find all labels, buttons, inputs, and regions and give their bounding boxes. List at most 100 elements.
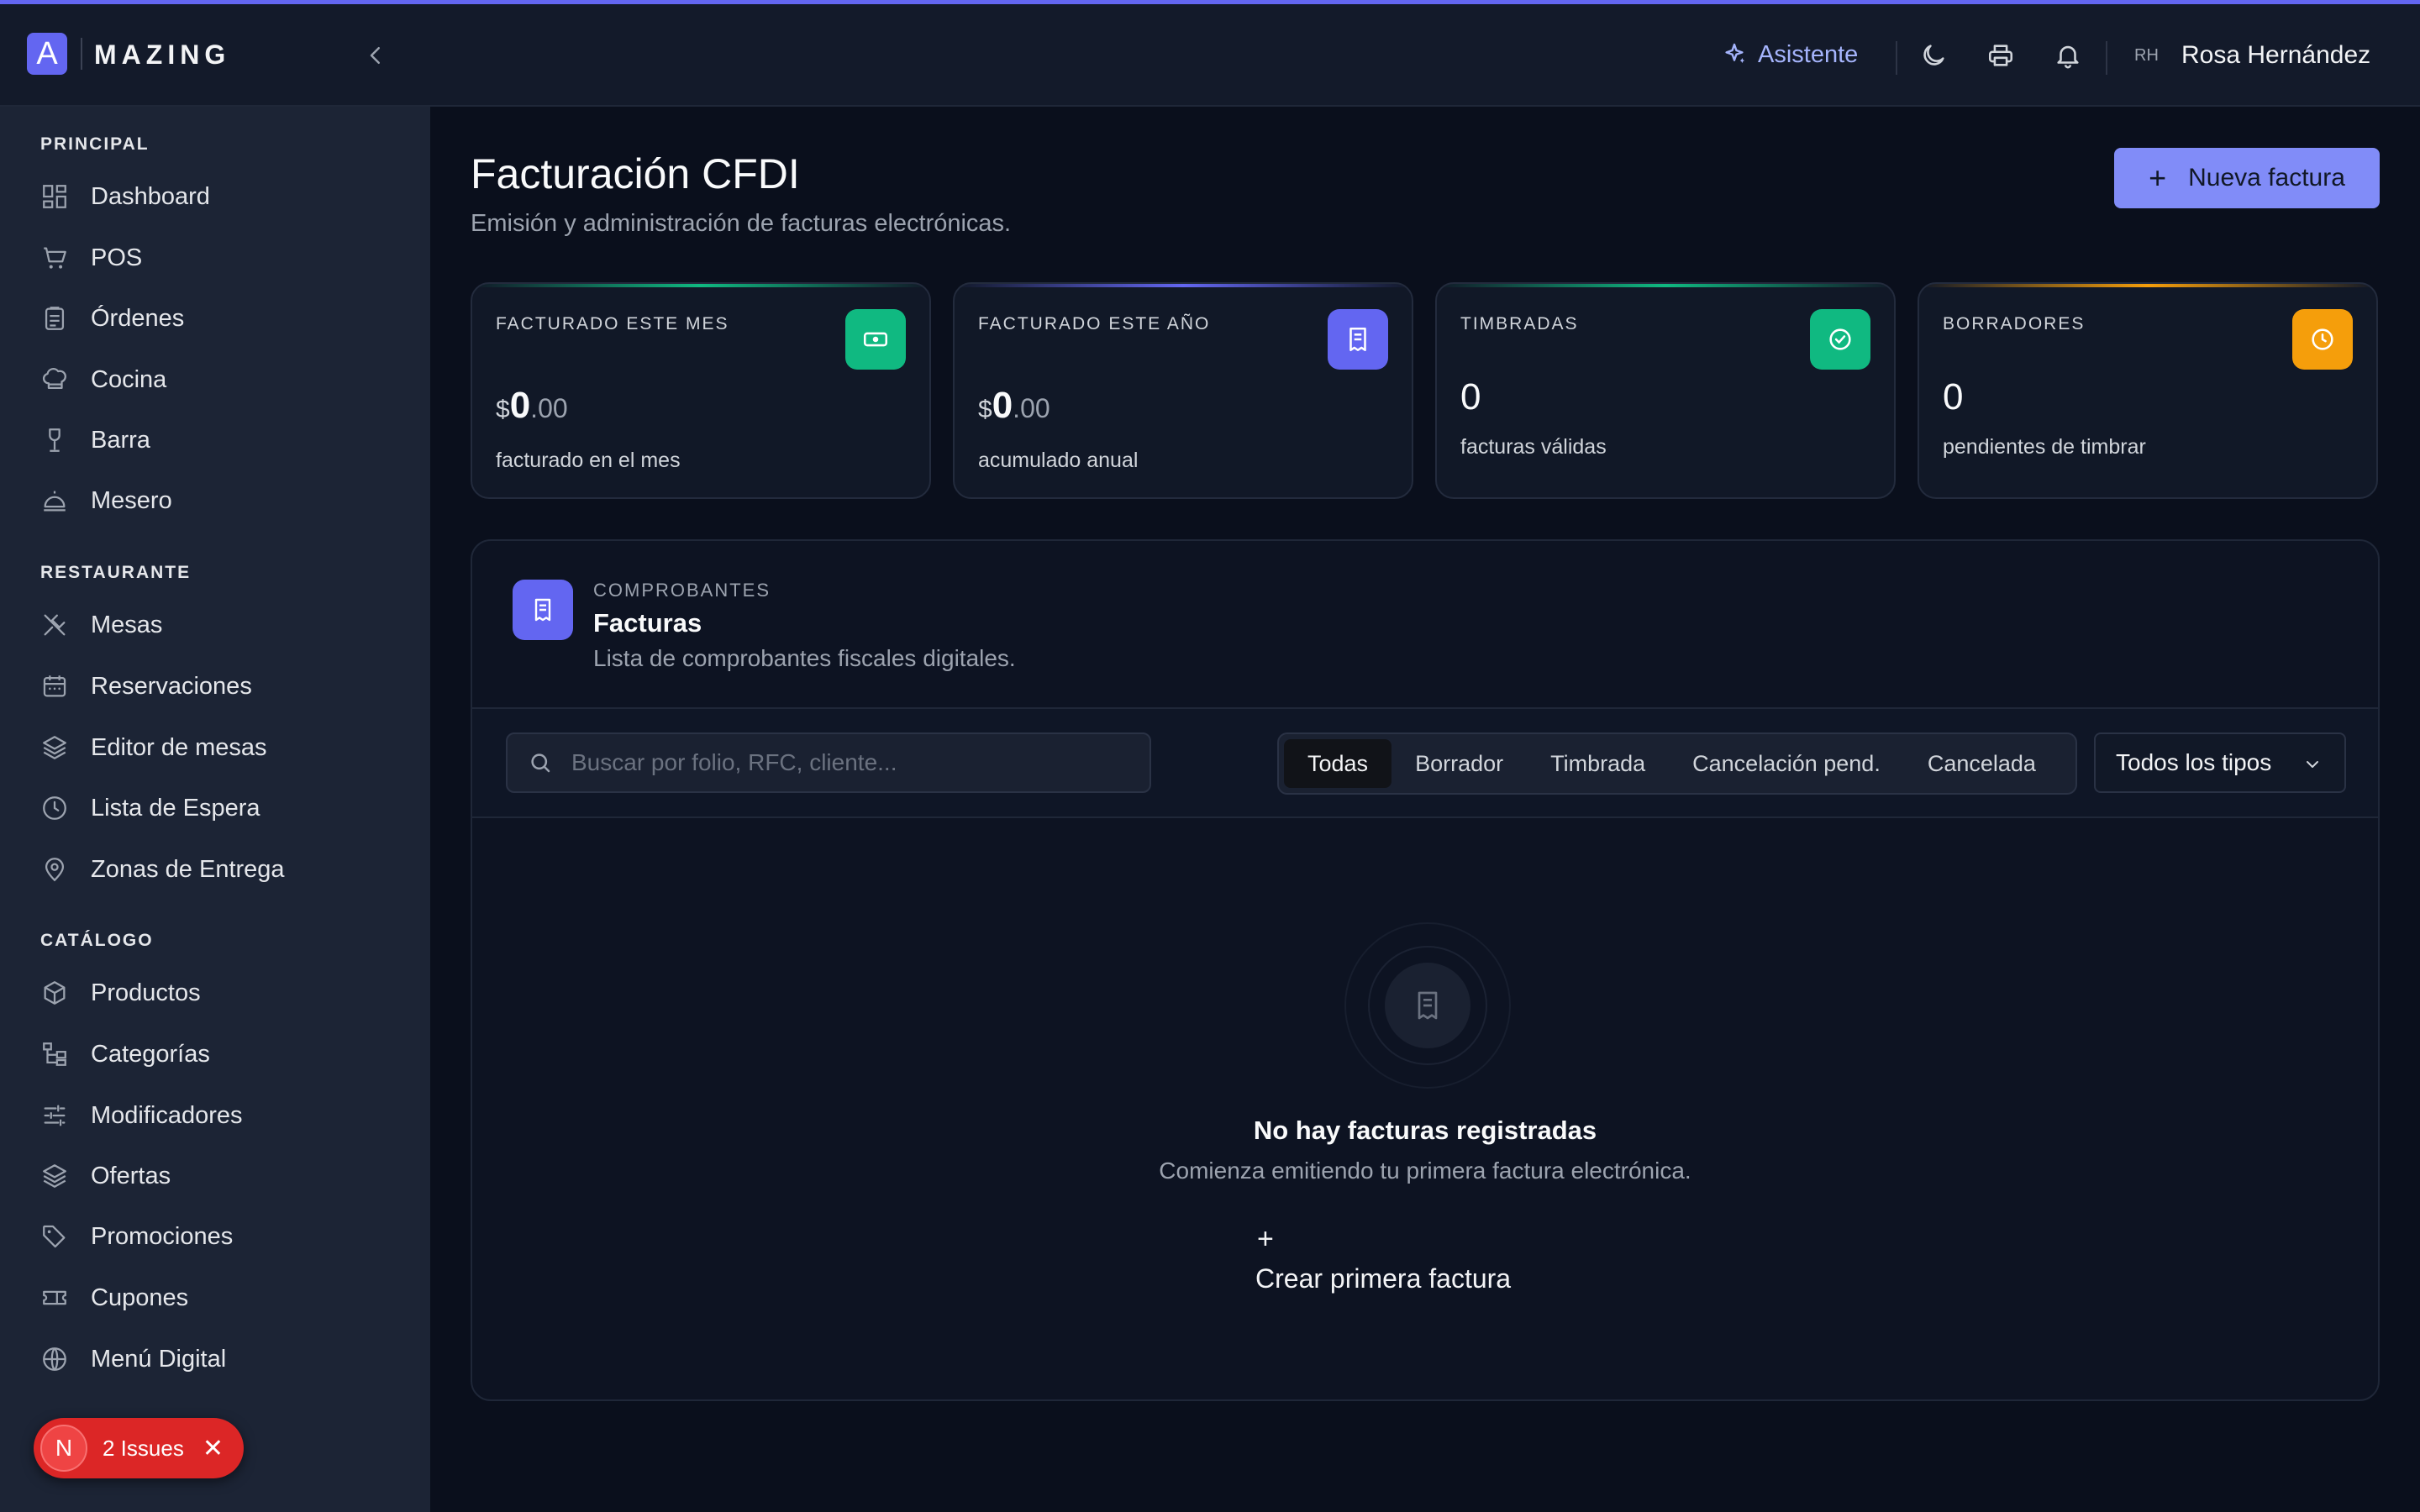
logo-separator (81, 38, 82, 70)
sidebar-item-categorias[interactable]: Categorías (40, 1033, 393, 1075)
create-first-invoice-label: Crear primera factura (1255, 1263, 1512, 1294)
print-button[interactable] (1986, 41, 2015, 70)
assistant-button[interactable]: Asistente (1721, 38, 1858, 71)
top-header: A MAZING Asistente RH Rosa Hernández (0, 4, 2420, 107)
cash-icon (845, 309, 906, 370)
dashboard-icon (43, 185, 66, 208)
sidebar-item-reservaciones[interactable]: Reservaciones (40, 665, 393, 707)
notifications-button[interactable] (2054, 41, 2082, 70)
chevron-left-icon (370, 47, 380, 64)
sidebar-item-label: Cocina (91, 365, 167, 393)
clock-icon (2292, 309, 2353, 370)
stat-description: facturas válidas (1460, 435, 1607, 459)
theme-toggle-button[interactable] (1919, 41, 1948, 70)
sidebar-item-ofertas[interactable]: Ofertas (40, 1155, 393, 1197)
clock-icon (43, 796, 66, 820)
collapse-sidebar-button[interactable] (363, 43, 388, 68)
stat-label: FACTURADO ESTE AÑO (978, 314, 1211, 333)
sidebar-item-cupones[interactable]: Cupones (40, 1277, 393, 1319)
invoices-panel: COMPROBANTES Facturas Lista de comproban… (471, 539, 2380, 1401)
moon-icon (1923, 45, 1944, 66)
layers-icon (43, 736, 66, 759)
page-subtitle: Emisión y administración de facturas ele… (471, 210, 1012, 237)
calendar-icon (43, 675, 66, 697)
sidebar-item-menu-digital[interactable]: Menú Digital (40, 1338, 393, 1380)
sidebar-item-modificadores[interactable]: Modificadores (40, 1095, 393, 1137)
stat-card-month: FACTURADO ESTE MES $0.00 facturado en el… (471, 282, 931, 499)
sidebar-item-label: Categorías (91, 1040, 210, 1068)
layers-icon (43, 1164, 66, 1188)
card-accent (472, 284, 929, 287)
sidebar-item-pos[interactable]: POS (40, 237, 393, 279)
clipboard-icon (45, 307, 65, 330)
tab-borrador[interactable]: Borrador (1392, 739, 1527, 788)
search-icon (531, 753, 550, 773)
new-invoice-button[interactable]: + Nueva factura (2114, 148, 2380, 208)
sidebar-item-zonas-de-entrega[interactable]: Zonas de Entrega (40, 848, 393, 890)
folder-tree-icon (43, 1042, 66, 1066)
bell-icon (2057, 45, 2079, 69)
avatar[interactable]: RH (2134, 46, 2159, 66)
type-filter-select[interactable]: Todos los tipos (2094, 732, 2346, 793)
tag-icon (43, 1225, 66, 1248)
card-accent (1437, 284, 1894, 287)
sidebar-item-editor-de-mesas[interactable]: Editor de mesas (40, 727, 393, 769)
type-filter-value: Todos los tipos (2116, 749, 2272, 775)
card-accent (955, 284, 1412, 287)
sidebar-item-label: Dashboard (91, 182, 210, 210)
section-title-principal: PRINCIPAL (40, 134, 150, 154)
section-title-restaurante: RESTAURANTE (40, 563, 192, 582)
search-field[interactable] (506, 732, 1151, 793)
sidebar-item-label: Ofertas (91, 1162, 171, 1189)
receipt-icon (1328, 309, 1388, 370)
issues-badge[interactable]: N 2 Issues ✕ (34, 1418, 244, 1478)
tab-todas[interactable]: Todas (1284, 739, 1392, 788)
search-input[interactable] (571, 749, 1143, 776)
tab-timbrada[interactable]: Timbrada (1527, 739, 1669, 788)
cloche-icon (44, 491, 66, 512)
divider (472, 816, 2378, 818)
stat-value: $0.00 (496, 385, 568, 426)
sidebar-item-dashboard[interactable]: Dashboard (40, 176, 393, 218)
user-name[interactable]: Rosa Hernández (2181, 41, 2370, 70)
sidebar-item-mesas[interactable]: Mesas (40, 604, 393, 646)
sidebar-item-productos[interactable]: Productos (40, 972, 393, 1014)
stat-value: $0.00 (978, 385, 1050, 426)
sidebar-item-lista-de-espera[interactable]: Lista de Espera (40, 787, 393, 829)
sidebar-item-label: Productos (91, 979, 201, 1006)
sidebar-item-mesero[interactable]: Mesero (40, 480, 393, 522)
empty-state-subtitle: Comienza emitiendo tu primera factura el… (1159, 1158, 1691, 1184)
sidebar-item-label: Mesas (91, 611, 163, 638)
sidebar-item-label: Editor de mesas (91, 733, 267, 761)
create-first-invoice-button[interactable]: + Crear primera factura (1255, 1223, 1600, 1307)
stat-description: pendientes de timbrar (1943, 435, 2146, 459)
sidebar-item-label: Promociones (91, 1222, 234, 1250)
cart-icon (44, 247, 66, 269)
globe-icon (43, 1347, 66, 1371)
stat-value: 0 (1460, 376, 1481, 417)
sidebar-item-label: Reservaciones (91, 672, 252, 700)
sidebar-item-label: Menú Digital (91, 1345, 227, 1373)
sidebar-item-label: Modificadores (91, 1101, 243, 1129)
stat-description: acumulado anual (978, 449, 1139, 472)
sidebar-item-label: POS (91, 244, 143, 271)
tab-cancelacion-pendiente[interactable]: Cancelación pend. (1669, 739, 1904, 788)
map-pin-icon (45, 858, 65, 882)
sidebar-item-cocina[interactable]: Cocina (40, 359, 393, 401)
sparkles-icon (1725, 43, 1744, 64)
empty-state-title: No hay facturas registradas (1253, 1116, 1597, 1145)
sidebar-item-ordenes[interactable]: Órdenes (40, 297, 393, 339)
panel-title: Facturas (593, 608, 702, 638)
chef-hat-icon (42, 368, 66, 390)
issues-label: 2 Issues (103, 1435, 184, 1461)
sidebar-item-barra[interactable]: Barra (40, 419, 393, 461)
new-invoice-label: Nueva factura (2188, 164, 2345, 192)
chevron-down-icon (2307, 761, 2318, 768)
utensils-icon (44, 614, 66, 636)
close-icon[interactable]: ✕ (203, 1434, 224, 1463)
sidebar-item-promociones[interactable]: Promociones (40, 1215, 393, 1257)
page-title: Facturación CFDI (471, 150, 800, 197)
stat-card-stamped: TIMBRADAS 0 facturas válidas (1435, 282, 1896, 499)
tab-cancelada[interactable]: Cancelada (1904, 739, 2060, 788)
logo-mark: A (27, 33, 67, 75)
